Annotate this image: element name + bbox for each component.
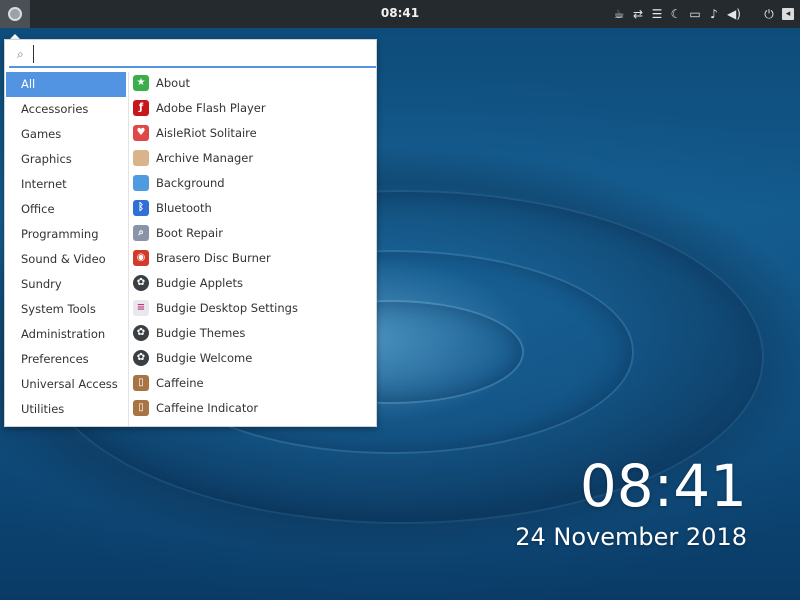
app-item-label: AisleRiot Solitaire: [156, 125, 257, 140]
search-input[interactable]: [33, 45, 368, 63]
app-list: ★ About ƒ Adobe Flash Player ♥ AisleRiot Soli…: [131, 70, 375, 426]
app-menu-button[interactable]: [0, 0, 30, 28]
app-item-caffeine[interactable]: ▯ Caffeine: [131, 370, 375, 395]
divider: [128, 72, 129, 426]
category-accessories[interactable]: Accessories: [6, 97, 126, 122]
magnifier-icon: ⌕: [133, 224, 149, 241]
bluetooth-icon: ᛒ: [133, 199, 149, 216]
category-programming[interactable]: Programming: [6, 222, 126, 247]
app-item-budgie-desktop-settings[interactable]: ≡ Budgie Desktop Settings: [131, 295, 375, 320]
app-item-label: Boot Repair: [156, 225, 223, 240]
system-tray: ☕ ⇄ ☰ ☾ ▭ ♪ ◀) ⏻ ◂: [613, 5, 794, 23]
archive-icon: [133, 149, 149, 166]
app-item-budgie-applets[interactable]: ✿ Budgie Applets: [131, 270, 375, 295]
app-item-label: Budgie Themes: [156, 325, 246, 340]
toggle-settings-icon: ≡: [133, 299, 149, 316]
category-preferences[interactable]: Preferences: [6, 347, 126, 372]
app-item-archive-manager[interactable]: Archive Manager: [131, 145, 375, 170]
desktop-clock-date: 24 November 2018: [515, 523, 747, 551]
coffee-icon[interactable]: ☕: [613, 6, 625, 22]
app-item-label: Budgie Welcome: [156, 350, 253, 365]
flash-icon: ƒ: [133, 99, 149, 116]
volume-icon[interactable]: ◀): [727, 6, 741, 22]
category-games[interactable]: Games: [6, 122, 126, 147]
app-item-budgie-welcome[interactable]: ✿ Budgie Welcome: [131, 345, 375, 370]
category-universal-access[interactable]: Universal Access: [6, 372, 126, 397]
category-office[interactable]: Office: [6, 197, 126, 222]
category-utilities[interactable]: Utilities: [6, 397, 126, 422]
coffee-cup-icon: ▯: [133, 399, 149, 416]
app-item-label: Adobe Flash Player: [156, 100, 266, 115]
menu-icon: [8, 7, 22, 21]
app-item-label: Archive Manager: [156, 150, 254, 165]
category-administration[interactable]: Administration: [6, 322, 126, 347]
category-system-tools[interactable]: System Tools: [6, 297, 126, 322]
app-item-brasero-disc-burner[interactable]: ◉ Brasero Disc Burner: [131, 245, 375, 270]
app-item-label: Background: [156, 175, 225, 190]
app-item-aisleriot-solitaire[interactable]: ♥ AisleRiot Solitaire: [131, 120, 375, 145]
notifications-list-icon[interactable]: ☰: [651, 6, 663, 22]
background-icon: [133, 174, 149, 191]
coffee-cup-icon: ▯: [133, 374, 149, 391]
app-item-caffeine-indicator[interactable]: ▯ Caffeine Indicator: [131, 395, 375, 420]
category-all[interactable]: All: [6, 72, 126, 97]
category-internet[interactable]: Internet: [6, 172, 126, 197]
category-list: All Accessories Games Graphics Internet Offic…: [6, 72, 126, 424]
app-item-background[interactable]: Background: [131, 170, 375, 195]
star-icon: ★: [133, 74, 149, 91]
heart-card-icon: ♥: [133, 124, 149, 141]
power-icon[interactable]: ⏻: [763, 6, 775, 22]
app-item-label: Budgie Desktop Settings: [156, 300, 298, 315]
app-item-about[interactable]: ★ About: [131, 70, 375, 95]
app-menu-popup: ⌕ All Accessories Games Graphics Internet Off…: [4, 39, 377, 427]
app-item-adobe-flash-player[interactable]: ƒ Adobe Flash Player: [131, 95, 375, 120]
show-desktop-icon[interactable]: ◂: [782, 8, 794, 20]
app-item-label: Budgie Applets: [156, 275, 243, 290]
app-item-label: About: [156, 75, 191, 90]
top-panel: 08:41 ☕ ⇄ ☰ ☾ ▭ ♪ ◀) ⏻ ◂: [0, 0, 800, 28]
desktop-clock-time: 08:41: [579, 452, 747, 520]
search-icon: ⌕: [17, 46, 24, 61]
category-sound-video[interactable]: Sound & Video: [6, 247, 126, 272]
budgie-icon: ✿: [133, 324, 149, 341]
bell-icon[interactable]: ♪: [708, 6, 720, 22]
app-item-boot-repair[interactable]: ⌕ Boot Repair: [131, 220, 375, 245]
app-item-budgie-themes[interactable]: ✿ Budgie Themes: [131, 320, 375, 345]
night-light-icon[interactable]: ☾: [670, 6, 682, 22]
app-item-label: Caffeine Indicator: [156, 400, 259, 415]
app-item-bluetooth[interactable]: ᛒ Bluetooth: [131, 195, 375, 220]
folder-icon[interactable]: ▭: [689, 6, 701, 22]
budgie-icon: ✿: [133, 274, 149, 291]
network-icon[interactable]: ⇄: [632, 6, 644, 22]
category-graphics[interactable]: Graphics: [6, 147, 126, 172]
app-item-label: Bluetooth: [156, 200, 212, 215]
desktop-clock: 08:41 24 November 2018: [515, 452, 747, 552]
category-sundry[interactable]: Sundry: [6, 272, 126, 297]
budgie-icon: ✿: [133, 349, 149, 366]
search-bar: ⌕: [9, 42, 376, 68]
app-item-label: Brasero Disc Burner: [156, 250, 271, 265]
app-item-label: Caffeine: [156, 375, 204, 390]
disc-icon: ◉: [133, 249, 149, 266]
